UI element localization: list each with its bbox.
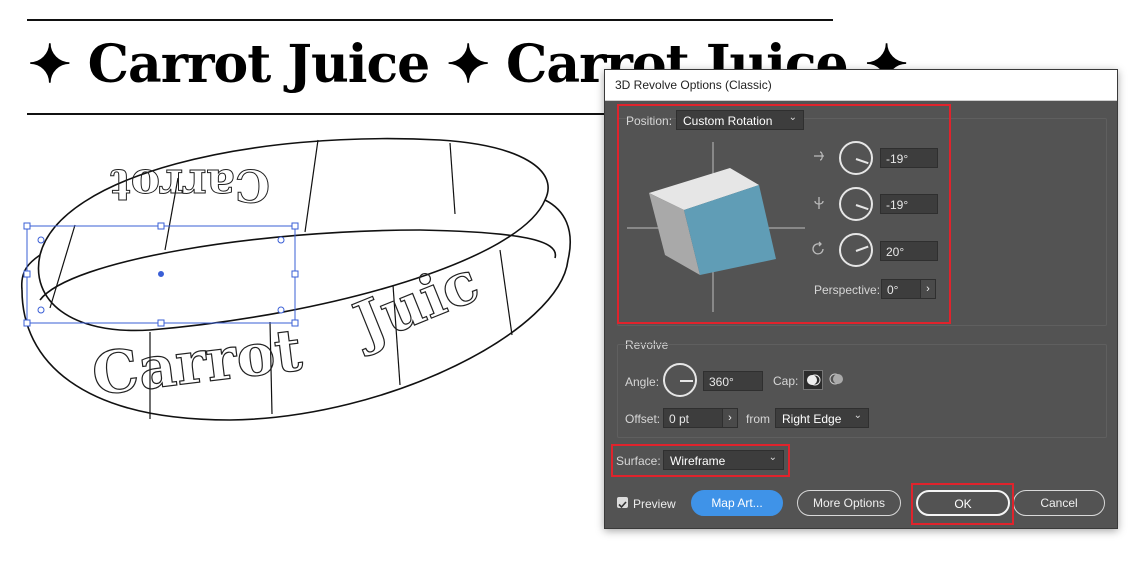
- offset-label: Offset:: [625, 412, 661, 426]
- corner-widget: [277, 306, 285, 314]
- revolved-ring-wireframe[interactable]: Carrot Carrot Juic: [0, 0, 604, 574]
- y-rotation-dial[interactable]: [839, 187, 873, 221]
- chevron-down-icon: ⌄: [853, 410, 862, 421]
- center-point: [158, 271, 164, 277]
- ring-text-front: Carrot Juic: [88, 247, 489, 410]
- position-dropdown[interactable]: Custom Rotation ⌄: [676, 110, 804, 130]
- preview-label[interactable]: Preview: [633, 497, 676, 511]
- preview-checkbox[interactable]: [617, 497, 628, 509]
- corner-widget: [37, 306, 45, 314]
- x-rotation-dial[interactable]: [839, 141, 873, 175]
- position-value: Custom Rotation: [683, 114, 773, 128]
- map-art-button[interactable]: Map Art...: [691, 490, 783, 516]
- selection-handle[interactable]: [157, 319, 165, 327]
- selection-handle[interactable]: [291, 319, 299, 327]
- z-rotation-field[interactable]: 20°: [880, 241, 938, 261]
- selection-handle[interactable]: [291, 270, 299, 278]
- cancel-button[interactable]: Cancel: [1013, 490, 1105, 516]
- selection-handle[interactable]: [23, 319, 31, 327]
- more-options-button[interactable]: More Options: [797, 490, 901, 516]
- cap-off-button[interactable]: [827, 370, 847, 390]
- chevron-down-icon: ⌄: [788, 112, 797, 123]
- surface-dropdown[interactable]: Wireframe ⌄: [663, 450, 784, 470]
- from-dropdown[interactable]: Right Edge ⌄: [775, 408, 869, 428]
- corner-widget: [277, 236, 285, 244]
- offset-field[interactable]: 0 pt: [663, 408, 723, 428]
- corner-widget: [37, 236, 45, 244]
- ring-segment-line: [499, 249, 513, 336]
- dialog-titlebar[interactable]: 3D Revolve Options (Classic): [605, 70, 1117, 101]
- x-axis-rotate-icon: [814, 151, 824, 161]
- perspective-slider-button[interactable]: ›: [920, 279, 936, 299]
- angle-field[interactable]: 360°: [703, 371, 763, 391]
- position-label: Position:: [626, 114, 673, 128]
- from-label: from: [746, 412, 770, 426]
- y-axis-rotate-icon: [814, 197, 824, 209]
- ring-text-back: Carrot: [109, 159, 270, 211]
- cap-on-button[interactable]: [803, 370, 823, 390]
- perspective-field[interactable]: 0°: [881, 279, 921, 299]
- surface-label: Surface:: [616, 454, 661, 468]
- ring-segment-line: [49, 224, 76, 309]
- ok-button[interactable]: OK: [916, 490, 1010, 516]
- cap-label: Cap:: [773, 374, 799, 388]
- svg-text:Carrot: Carrot: [110, 159, 270, 210]
- cap-off-icon: [829, 373, 843, 385]
- svg-text:Juic: Juic: [340, 247, 488, 359]
- angle-dial[interactable]: [663, 363, 697, 397]
- angle-label: Angle:: [625, 375, 660, 389]
- checkmark-icon: [618, 501, 627, 509]
- y-rotation-field[interactable]: -19°: [880, 194, 938, 214]
- chevron-down-icon: ⌄: [768, 452, 777, 463]
- revolve-options-dialog: 3D Revolve Options (Classic) Position: C…: [604, 69, 1118, 529]
- perspective-label: Perspective:: [814, 283, 881, 297]
- x-rotation-field[interactable]: -19°: [880, 148, 938, 168]
- dialog-title: 3D Revolve Options (Classic): [615, 78, 772, 92]
- offset-slider-button[interactable]: ›: [722, 408, 738, 428]
- selection-handle[interactable]: [291, 222, 299, 230]
- selection-handle[interactable]: [157, 222, 165, 230]
- ring-segment-line: [449, 142, 456, 215]
- cap-on-icon: [807, 374, 821, 386]
- selection-handle[interactable]: [23, 222, 31, 230]
- z-rotation-dial[interactable]: [839, 233, 873, 267]
- selection-handle[interactable]: [23, 270, 31, 278]
- rotation-cube-preview[interactable]: [625, 140, 815, 320]
- z-axis-rotate-icon: [812, 241, 824, 255]
- ring-segment-line: [304, 139, 319, 233]
